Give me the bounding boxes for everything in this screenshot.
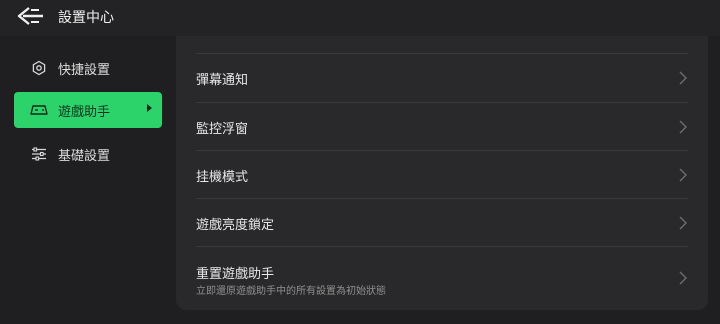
row-title: 遊戲亮度鎖定 [196, 218, 275, 233]
hexagon-icon [28, 57, 50, 79]
gamepad-icon [28, 99, 50, 121]
back-arrow-icon [15, 6, 45, 30]
row-title: 挂機模式 [196, 170, 249, 185]
page-title: 設置中心 [58, 10, 114, 26]
top-bar: 設置中心 [0, 0, 720, 36]
chevron-right-icon [678, 120, 688, 134]
sidebar-item-basic-settings[interactable]: 基礎設置 [14, 136, 162, 172]
sidebar-item-quick-settings[interactable]: 快捷設置 [14, 50, 162, 86]
row-reset-game-assistant[interactable]: 重置遊戲助手 立即還原遊戲助手中的所有設置為初始狀態 [176, 247, 708, 307]
chevron-right-icon [678, 168, 688, 182]
settings-panel: 彈幕通知 監控浮窗 挂機模式 遊戲亮度鎖定 重置遊戲助手 立即還原遊戲助手中的所… [176, 36, 708, 310]
row-title: 監控浮窗 [196, 122, 249, 137]
row-subtitle: 立即還原遊戲助手中的所有設置為初始狀態 [196, 286, 386, 297]
row-monitor-float[interactable]: 監控浮窗 [176, 103, 708, 151]
row-title: 彈幕通知 [196, 73, 249, 88]
sidebar-item-game-assistant[interactable]: 遊戲助手 [14, 92, 162, 128]
row-title: 重置遊戲助手 [196, 267, 275, 282]
chevron-right-icon [678, 271, 688, 285]
sliders-icon [28, 143, 50, 165]
chevron-right-icon [678, 71, 688, 85]
row-brightness-lock[interactable]: 遊戲亮度鎖定 [176, 199, 708, 247]
sidebar: 快捷設置 遊戲助手 基礎設置 [0, 36, 176, 324]
sidebar-item-label: 遊戲助手 [58, 104, 111, 120]
sidebar-item-label: 基礎設置 [58, 148, 111, 164]
row-idle-mode[interactable]: 挂機模式 [176, 151, 708, 199]
sidebar-item-label: 快捷設置 [58, 62, 111, 78]
back-button[interactable] [14, 7, 46, 29]
caret-right-icon [147, 104, 152, 112]
chevron-right-icon [678, 216, 688, 230]
clipped-row-remnant [196, 36, 688, 54]
row-danmaku-notification[interactable]: 彈幕通知 [176, 54, 708, 102]
